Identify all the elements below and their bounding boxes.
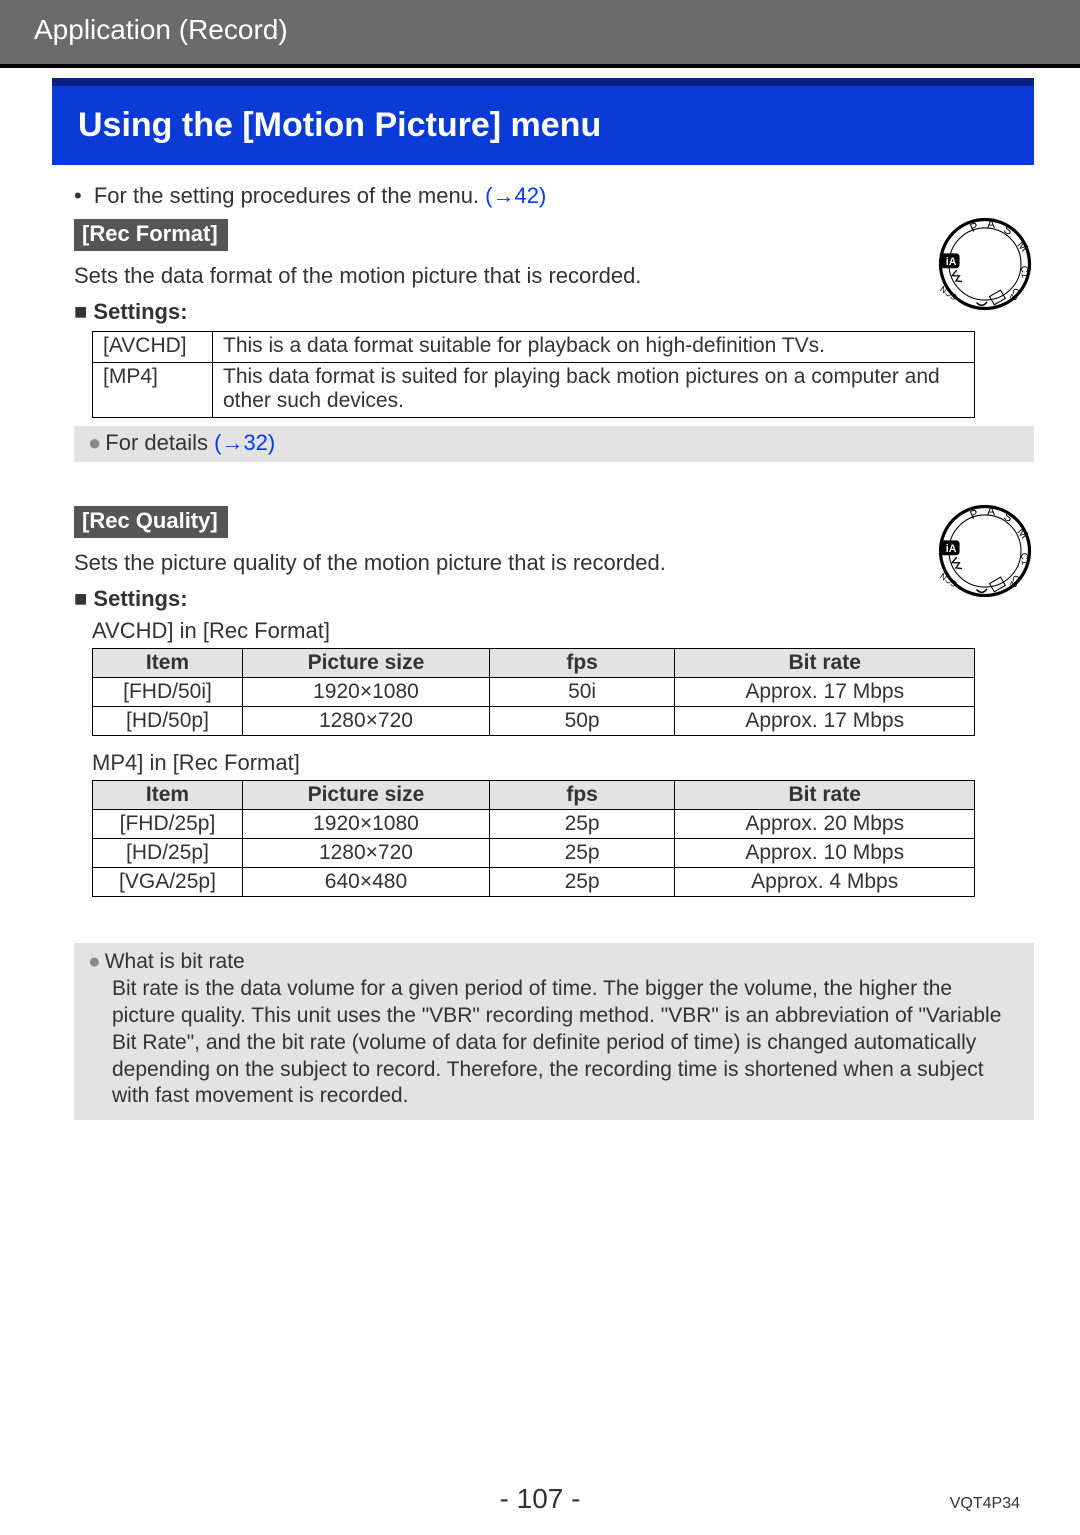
cell: Approx. 4 Mbps [675,868,975,897]
disc-icon: ● [88,430,101,455]
svg-text:A: A [987,218,995,231]
section-rec-quality-label: [Rec Quality] [74,506,228,538]
rec-format-table: [AVCHD] This is a data format suitable f… [92,331,975,418]
rec-format-desc: Sets the data format of the motion pictu… [74,263,1034,289]
cell-val: This data format is suited for playing b… [213,363,975,418]
th-fps: fps [489,781,674,810]
link-page-42[interactable]: (→42) [485,183,546,208]
details-text: For details [105,430,214,455]
settings-heading: Settings: [74,299,1034,325]
table-row: [HD/25p] 1280×720 25p Approx. 10 Mbps [93,839,975,868]
table-row: [MP4] This data format is suited for pla… [93,363,975,418]
cell: 50i [489,678,674,707]
table-row: [FHD/25p] 1920×1080 25p Approx. 20 Mbps [93,810,975,839]
bullet-icon: • [74,183,82,208]
mp4-caption: MP4] in [Rec Format] [92,750,1034,776]
page-number: - 107 - [500,1483,581,1514]
cell: 1920×1080 [242,678,489,707]
mode-dial-icon: iA P A S M C1 C2 SCN [932,498,1038,604]
svg-text:C1: C1 [1018,552,1030,565]
cell: [FHD/25p] [93,810,243,839]
th-bitrate: Bit rate [675,781,975,810]
cell: [FHD/50i] [93,678,243,707]
table-row: [VGA/25p] 640×480 25p Approx. 4 Mbps [93,868,975,897]
table-row: [FHD/50i] 1920×1080 50i Approx. 17 Mbps [93,678,975,707]
intro-line: • For the setting procedures of the menu… [74,183,1034,209]
cell-val: This is a data format suitable for playb… [213,332,975,363]
svg-text:iA: iA [946,543,957,555]
cell: 25p [489,810,674,839]
cell-key: [MP4] [93,363,213,418]
table-row: [AVCHD] This is a data format suitable f… [93,332,975,363]
link-page-32[interactable]: (→32) [214,430,275,455]
cell: 25p [489,839,674,868]
cell: [VGA/25p] [93,868,243,897]
th-size: Picture size [242,649,489,678]
th-item: Item [93,649,243,678]
cell: 640×480 [242,868,489,897]
settings-heading: Settings: [74,586,1034,612]
mp4-table: Item Picture size fps Bit rate [FHD/25p]… [92,780,975,897]
svg-text:C1: C1 [1018,265,1030,278]
cell: 1920×1080 [242,810,489,839]
cell: Approx. 17 Mbps [675,678,975,707]
cell: Approx. 10 Mbps [675,839,975,868]
avchd-table: Item Picture size fps Bit rate [FHD/50i]… [92,648,975,736]
bitrate-info-body: Bit rate is the data volume for a given … [88,976,1020,1110]
cell: 1280×720 [242,707,489,736]
cell: Approx. 20 Mbps [675,810,975,839]
cell: Approx. 17 Mbps [675,707,975,736]
cell-key: [AVCHD] [93,332,213,363]
disc-icon: ● [88,950,101,973]
bitrate-info-title: What is bit rate [105,950,245,973]
avchd-caption: AVCHD] in [Rec Format] [92,618,1034,644]
cell: 50p [489,707,674,736]
intro-text: For the setting procedures of the menu. [94,183,485,208]
breadcrumb: Application (Record) [0,0,1080,68]
cell: 25p [489,868,674,897]
cell: [HD/50p] [93,707,243,736]
rec-quality-desc: Sets the picture quality of the motion p… [74,550,1034,576]
svg-text:iA: iA [946,256,957,268]
rec-format-details-note: ●For details (→32) [74,426,1034,462]
th-fps: fps [489,649,674,678]
svg-text:A: A [987,505,995,518]
page-title: Using the [Motion Picture] menu [52,78,1034,165]
th-item: Item [93,781,243,810]
cell: 1280×720 [242,839,489,868]
th-size: Picture size [242,781,489,810]
document-id: VQT4P34 [950,1495,1020,1513]
mode-dial-icon: iA P A S M C1 C2 SCN [932,211,1038,317]
section-rec-format-label: [Rec Format] [74,219,228,251]
cell: [HD/25p] [93,839,243,868]
table-row: [HD/50p] 1280×720 50p Approx. 17 Mbps [93,707,975,736]
bitrate-info-box: ●What is bit rate Bit rate is the data v… [74,943,1034,1120]
th-bitrate: Bit rate [675,649,975,678]
